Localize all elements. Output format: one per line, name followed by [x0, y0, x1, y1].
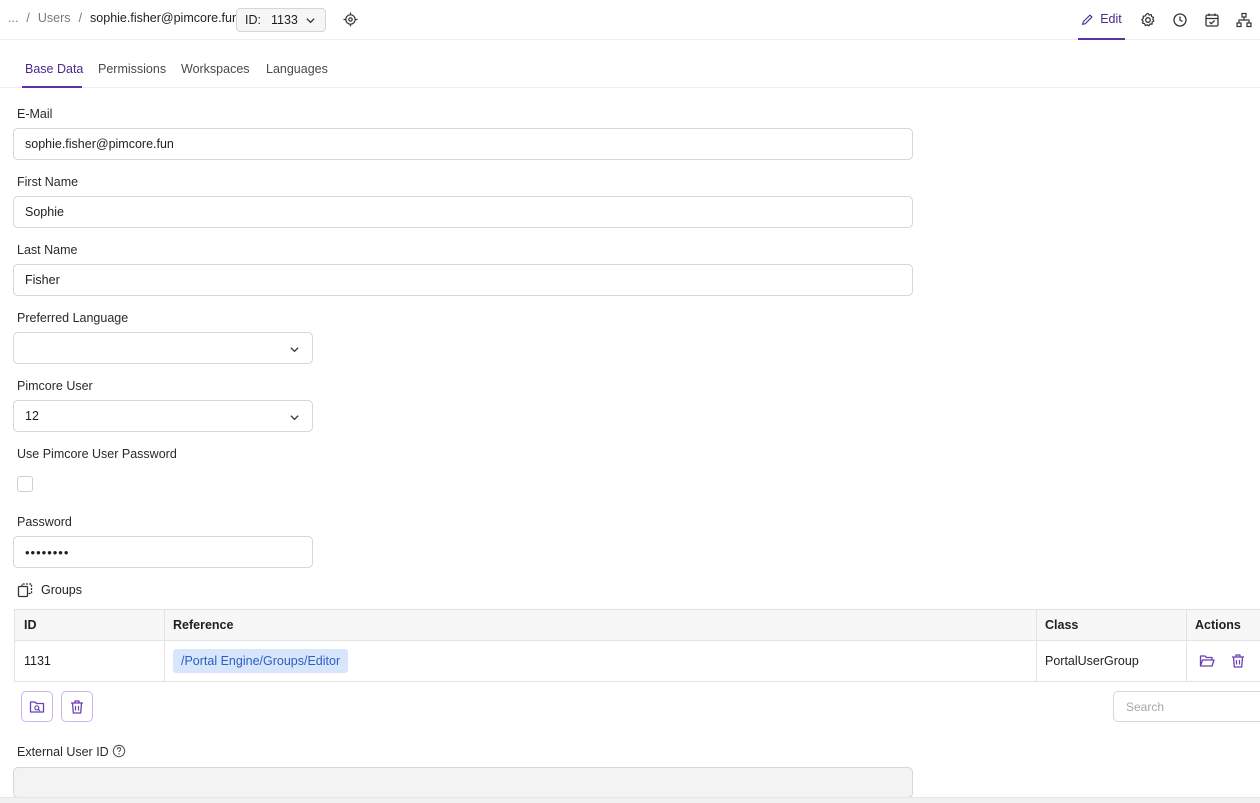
external-user-id-field	[13, 767, 913, 798]
search-groups-button[interactable]	[21, 691, 53, 722]
gear-icon[interactable]	[1140, 12, 1156, 28]
last-name-value: Fisher	[25, 273, 60, 287]
password-value: ••••••••	[25, 544, 70, 560]
password-field[interactable]: ••••••••	[13, 536, 313, 568]
calendar-check-icon[interactable]	[1204, 12, 1220, 28]
column-divider	[164, 610, 165, 681]
pimcore-user-label: Pimcore User	[17, 379, 93, 393]
preferred-language-select[interactable]	[13, 332, 313, 364]
column-divider	[1036, 610, 1037, 681]
password-label: Password	[17, 515, 72, 529]
id-selector[interactable]: ID: 1133	[236, 8, 326, 32]
pimcore-user-value: 12	[25, 409, 39, 423]
history-icon[interactable]	[1172, 12, 1188, 28]
bottom-edge	[0, 797, 1260, 803]
copy-icon	[17, 583, 33, 598]
trash-icon	[71, 699, 83, 714]
breadcrumb: ... / Users / sophie.fisher@pimcore.fun	[8, 11, 239, 25]
trash-icon[interactable]	[1230, 653, 1246, 669]
pimcore-user-select[interactable]: 12	[13, 400, 313, 432]
breadcrumb-ellipsis[interactable]: ...	[8, 11, 18, 25]
column-header-class[interactable]: Class	[1045, 618, 1078, 632]
chevron-down-icon	[290, 347, 299, 353]
tab-languages[interactable]: Languages	[266, 62, 328, 76]
id-value: 1133	[270, 13, 298, 27]
hierarchy-icon[interactable]	[1236, 12, 1252, 28]
tab-bar: Base Data Permissions Workspaces Languag…	[0, 40, 1260, 88]
preferred-language-label: Preferred Language	[17, 311, 129, 325]
row-class: PortalUserGroup	[1045, 654, 1139, 668]
breadcrumb-current: sophie.fisher@pimcore.fun	[90, 11, 239, 25]
active-tab-indicator	[22, 86, 82, 88]
edit-tab[interactable]: Edit	[1078, 0, 1125, 40]
column-header-reference[interactable]: Reference	[173, 618, 233, 632]
external-user-id-label: External User ID	[17, 745, 109, 759]
table-header: ID Reference Class Actions	[15, 610, 1260, 641]
groups-title: Groups	[41, 583, 82, 597]
first-name-field[interactable]: Sophie	[13, 196, 913, 228]
top-bar: ... / Users / sophie.fisher@pimcore.fun …	[0, 0, 1260, 40]
reference-link[interactable]: /Portal Engine/Groups/Editor	[173, 649, 349, 673]
use-pimcore-password-checkbox[interactable]	[17, 476, 33, 492]
folder-search-icon	[29, 700, 45, 713]
email-field[interactable]: sophie.fisher@pimcore.fun	[13, 128, 913, 160]
email-label: E-Mail	[17, 107, 53, 121]
tab-workspaces[interactable]: Workspaces	[181, 62, 250, 76]
tab-base-data[interactable]: Base Data	[25, 62, 83, 76]
clear-groups-button[interactable]	[61, 691, 93, 722]
groups-search-input[interactable]	[1113, 691, 1260, 722]
last-name-label: Last Name	[17, 243, 78, 257]
chevron-down-icon	[306, 18, 315, 24]
first-name-label: First Name	[17, 175, 79, 189]
groups-header: Groups	[17, 582, 82, 598]
breadcrumb-separator: /	[78, 11, 83, 25]
row-id: 1131	[24, 654, 51, 668]
breadcrumb-separator: /	[26, 11, 30, 25]
help-icon[interactable]	[112, 744, 126, 758]
id-label: ID:	[245, 13, 261, 27]
column-header-actions: Actions	[1195, 618, 1241, 632]
target-icon[interactable]	[343, 12, 358, 27]
pencil-icon	[1082, 14, 1093, 25]
tab-permissions[interactable]: Permissions	[98, 62, 166, 76]
groups-table: ID Reference Class Actions 1131 /Portal …	[14, 609, 1260, 682]
email-value: sophie.fisher@pimcore.fun	[25, 137, 174, 151]
edit-label: Edit	[1100, 12, 1122, 26]
chevron-down-icon	[290, 415, 299, 421]
first-name-value: Sophie	[25, 205, 64, 219]
folder-open-icon[interactable]	[1199, 653, 1215, 669]
last-name-field[interactable]: Fisher	[13, 264, 913, 296]
column-divider	[1186, 610, 1187, 681]
use-pimcore-password-label: Use Pimcore User Password	[17, 447, 177, 461]
breadcrumb-users[interactable]: Users	[38, 11, 71, 25]
column-header-id[interactable]: ID	[24, 618, 37, 632]
